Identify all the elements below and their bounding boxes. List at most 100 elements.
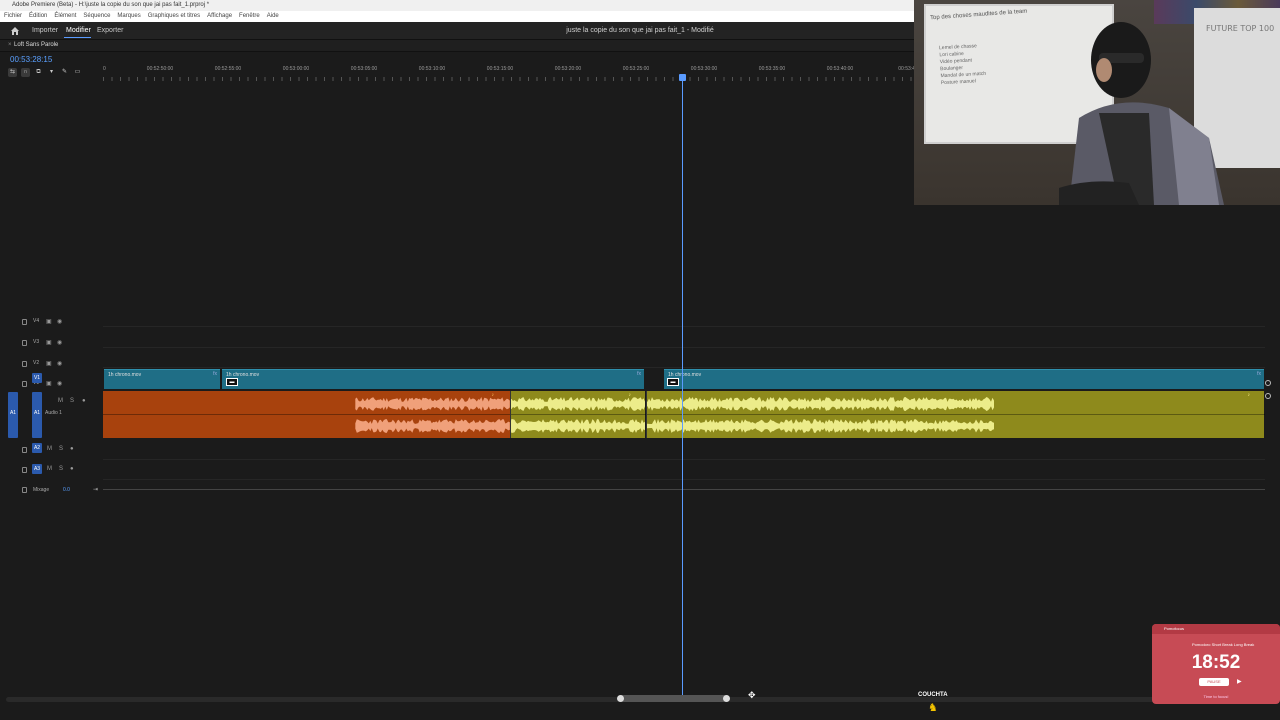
audio-fx-icon: ♪ [1247, 392, 1251, 398]
eye-icon[interactable]: ◉ [57, 318, 62, 325]
waveform [355, 419, 510, 433]
menu-item[interactable]: Affichage [207, 11, 232, 22]
microphone-icon[interactable]: ● [70, 446, 74, 452]
waveform [646, 397, 994, 411]
track-header-v3[interactable]: V3 ▣ ◉ [0, 334, 103, 354]
insert-overwrite-icon[interactable]: ⇆ [8, 68, 17, 77]
track-header-v2[interactable]: V2 ▣ ◉ [0, 355, 103, 375]
eye-icon[interactable]: ◉ [57, 339, 62, 346]
captions-icon[interactable]: ▭ [73, 68, 82, 77]
mix-track-label: Mixage [33, 487, 50, 493]
fx-icon: fx [637, 371, 641, 377]
track-name: V4 [33, 318, 40, 324]
clip-marker[interactable]: ▬ [226, 378, 238, 386]
a2-target-patch[interactable]: A2 [32, 443, 42, 453]
timer-footer: Time to focus! [1203, 694, 1229, 699]
eye-icon[interactable]: ◉ [57, 360, 62, 367]
ruler-label: 00:53:00:00 [282, 66, 310, 72]
scroll-handle[interactable] [1265, 393, 1271, 399]
scroll-handle[interactable] [1265, 380, 1271, 386]
clip-name: 1h chrono.mov [108, 372, 142, 378]
video-clip[interactable]: 1h chrono.mov fx [104, 369, 220, 389]
waveform [355, 397, 510, 411]
video-clip[interactable]: 1h chrono.mov fx [664, 369, 1264, 389]
linked-selection-icon[interactable]: ⧉ [34, 68, 43, 77]
menu-item[interactable]: Fenêtre [239, 11, 260, 22]
mute-icon[interactable]: M [47, 446, 52, 452]
sequence-tab[interactable]: Loft Sans Parole [14, 42, 58, 48]
menu-item[interactable]: Marques [117, 11, 140, 22]
clip-marker[interactable]: ▬ [667, 378, 679, 386]
active-tab-indicator [64, 37, 91, 38]
wrench-icon[interactable]: ✎ [60, 68, 69, 77]
lock-icon[interactable] [22, 319, 27, 325]
menu-item[interactable]: Séquence [83, 11, 110, 22]
mute-icon[interactable]: M [58, 398, 63, 404]
microphone-icon[interactable]: ● [82, 398, 86, 404]
track-name: V3 [33, 339, 40, 345]
playhead-line[interactable] [682, 76, 683, 700]
add-marker-icon[interactable]: ▾ [47, 68, 56, 77]
a1-target-label: A1 [33, 410, 41, 416]
audio-channel-divider [103, 414, 1265, 415]
whiteboard-list: Lemel de chasse Lori cabine Vidéo pendan… [938, 43, 987, 87]
film-icon[interactable]: ▣ [46, 339, 52, 346]
lock-icon[interactable] [22, 381, 27, 387]
track-separator [103, 479, 1265, 480]
track-header-a3[interactable]: M S ● [0, 461, 103, 481]
timer-brand: Pomofocus [1164, 626, 1185, 631]
playhead-handle[interactable] [679, 74, 686, 81]
fx-icon: fx [213, 371, 217, 377]
solo-icon[interactable]: S [59, 446, 63, 452]
ruler-label: 00:52:50:00 [146, 66, 174, 72]
lock-icon[interactable] [22, 487, 27, 493]
menu-item[interactable]: Aide [267, 11, 279, 22]
film-icon[interactable]: ▣ [46, 318, 52, 325]
lock-icon[interactable] [22, 340, 27, 346]
playhead-timecode[interactable]: 00:53:28:15 [10, 55, 52, 64]
scrollbar-thumb[interactable] [618, 695, 728, 702]
timer-modes: Pomodoro Short Break Long Break [1192, 642, 1255, 647]
ruler-label: 00:53:05:00 [350, 66, 378, 72]
film-icon[interactable]: ▣ [46, 380, 52, 387]
snap-icon[interactable]: ∩ [21, 68, 30, 77]
v1-target-patch[interactable]: V1 [32, 373, 42, 383]
mute-icon[interactable]: M [47, 466, 52, 472]
ruler-label: 00:53:25:00 [622, 66, 650, 72]
mouse-cursor-icon: ✥ [748, 690, 756, 700]
skip-icon[interactable]: ▶ [1237, 678, 1242, 685]
film-icon[interactable]: ▣ [46, 360, 52, 367]
menu-item[interactable]: Élément [54, 11, 76, 22]
video-clip[interactable]: 1h chrono.mov fx [222, 369, 644, 389]
menu-item[interactable]: Graphiques et titres [148, 11, 200, 22]
solo-icon[interactable]: S [70, 398, 74, 404]
track-header-a2[interactable]: M S ● [0, 441, 103, 461]
clip-edit-point[interactable] [646, 391, 647, 438]
ruler-label: 00:53:10:00 [418, 66, 446, 72]
mix-value[interactable]: 0.0 [63, 487, 70, 493]
scrollbar-handle-right[interactable] [723, 695, 730, 702]
fx-icon: fx [1257, 371, 1261, 377]
menu-item[interactable]: Édition [29, 11, 47, 22]
clip-edit-point[interactable] [510, 391, 511, 438]
lock-icon[interactable] [22, 467, 27, 473]
lock-icon[interactable] [22, 447, 27, 453]
menu-item[interactable]: Fichier [4, 11, 22, 22]
waveform [646, 419, 994, 433]
timer-display: 18:52 [1191, 652, 1241, 673]
solo-icon[interactable]: S [59, 466, 63, 472]
scrollbar-handle-left[interactable] [617, 695, 624, 702]
eye-icon[interactable]: ◉ [57, 380, 62, 387]
lock-icon[interactable] [22, 361, 27, 367]
go-to-end-icon[interactable]: ⇥ [93, 486, 98, 493]
track-header-v4[interactable]: V4 ▣ ◉ [0, 313, 103, 333]
microphone-icon[interactable]: ● [70, 466, 74, 472]
timer-pause-button[interactable]: PAUSE [1199, 678, 1229, 686]
ruler-label: 00:52:55:00 [214, 66, 242, 72]
vertical-zoom-scroll[interactable] [1265, 380, 1271, 402]
ruler-label: 00:53:40:00 [826, 66, 854, 72]
a3-target-patch[interactable]: A3 [32, 464, 42, 474]
track-separator [103, 367, 1265, 368]
ruler-label: 00:53:15:00 [486, 66, 514, 72]
close-icon[interactable]: × [8, 42, 12, 48]
